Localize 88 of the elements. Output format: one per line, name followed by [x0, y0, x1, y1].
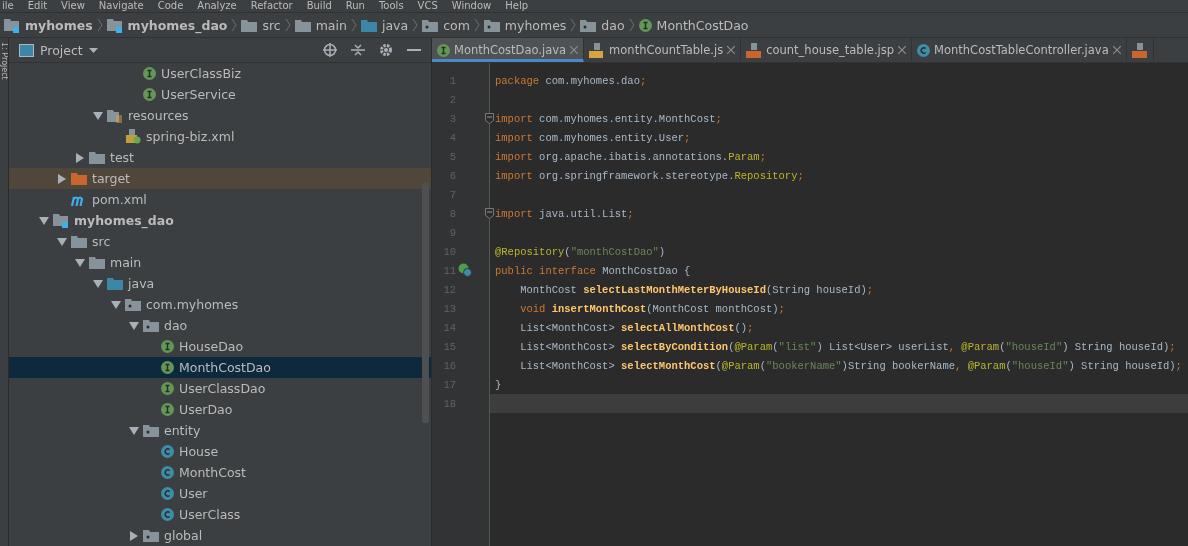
tree-item-label: UserClassBiz [161, 66, 241, 81]
editor-tab[interactable]: count_house_table.jsp [741, 38, 913, 62]
tree-item[interactable]: entity [9, 420, 431, 441]
tree-item[interactable]: UserClass [9, 504, 431, 525]
code-line: List<MonthCost> selectMonthCost(@Param("bookerName")String bookerName, @Param("houseId") String houseId); [519, 358, 1183, 374]
code-line: import java.util.List; [494, 206, 635, 222]
breadcrumb-item[interactable]: myhomes [483, 17, 567, 33]
code-line: public interface MonthCostDao { [494, 263, 692, 279]
tree-item[interactable]: main [9, 252, 431, 273]
tree-item[interactable]: test [9, 147, 431, 168]
breadcrumb-item[interactable]: myhomes_dao [106, 17, 228, 33]
tree-item[interactable]: UserService [9, 84, 431, 105]
tree-item[interactable]: java [9, 273, 431, 294]
menu-item[interactable]: Run [345, 0, 365, 12]
code-line: import org.springframework.stereotype.Repository; [494, 168, 805, 184]
menu-item[interactable]: Code [157, 0, 184, 12]
menu-item[interactable]: VCS [417, 0, 438, 12]
menu-item[interactable]: ile [2, 0, 14, 12]
tree-item-label: MonthCost [179, 465, 246, 480]
tree-item[interactable]: dao [9, 315, 431, 336]
tree-item[interactable]: HouseDao [9, 336, 431, 357]
tree-item-label: HouseDao [179, 339, 244, 354]
tree-item[interactable]: MonthCostDao [9, 357, 431, 378]
breadcrumb-item[interactable]: com [422, 17, 470, 33]
breadcrumb-item[interactable]: java [360, 17, 409, 33]
code-line: import org.apache.ibatis.annotations.Param; [494, 149, 767, 165]
code-line: import com.myhomes.entity.User; [494, 130, 692, 146]
editor-tab[interactable]: MonthCostTableController.java [912, 38, 1127, 62]
breadcrumb-item[interactable]: myhomes [4, 17, 93, 33]
menu-item[interactable]: Analyze [197, 0, 237, 12]
tree-item-label: target [92, 171, 130, 186]
code-line: } [494, 377, 503, 393]
tree-item-label: myhomes_dao [74, 213, 174, 228]
menu-item[interactable]: Refactor [250, 0, 293, 12]
code-line: MonthCost selectLastMonthMeterByHouseId(String houseId); [519, 282, 875, 298]
menu-item[interactable]: Navigate [98, 0, 144, 12]
tree-item[interactable]: target [9, 168, 431, 189]
tree-item-label: MonthCostDao [179, 360, 271, 375]
tree-item-label: com.myhomes [146, 297, 239, 312]
code-line: package com.myhomes.dao; [494, 73, 648, 89]
tree-item-label: House [179, 444, 219, 459]
breadcrumb-item[interactable]: main [294, 17, 347, 33]
tree-item[interactable]: spring-biz.xml [9, 126, 431, 147]
tree-item-label: main [110, 255, 142, 270]
tree-item-label: resources [128, 108, 189, 123]
tree-item-label: spring-biz.xml [146, 129, 235, 144]
breadcrumb-item[interactable]: dao [580, 17, 625, 33]
tree-item[interactable]: UserDao [9, 399, 431, 420]
tree-item[interactable]: House [9, 441, 431, 462]
menu-item[interactable]: Build [306, 0, 332, 12]
editor-tab[interactable]: MonthCostDao.java [432, 38, 585, 62]
tree-item[interactable]: resources [9, 105, 431, 126]
tree-item-label: entity [164, 423, 201, 438]
tree-item-label: UserService [161, 87, 236, 102]
tree-item-label: UserClass [179, 507, 241, 522]
tree-item[interactable]: MonthCost [9, 462, 431, 483]
tree-item-label: pom.xml [92, 192, 147, 207]
editor-tab[interactable]: monthCountTable.js [584, 38, 742, 62]
tree-item-label: UserDao [179, 402, 233, 417]
tree-item[interactable]: global [9, 525, 431, 546]
tree-item-label: test [110, 150, 134, 165]
tree-item[interactable]: com.myhomes [9, 294, 431, 315]
tree-item[interactable]: pom.xml [9, 189, 431, 210]
menu-item[interactable]: View [61, 0, 85, 12]
menu-item[interactable]: Window [451, 0, 492, 12]
menu-item[interactable]: Help [505, 0, 528, 12]
tree-item-label: UserClassDao [179, 381, 266, 396]
tree-item[interactable]: User [9, 483, 431, 504]
tree-item-label: java [128, 276, 155, 291]
tool-window-label[interactable]: 1: Project [0, 42, 8, 546]
menu-item[interactable]: Edit [27, 0, 48, 12]
tree-item[interactable]: src [9, 231, 431, 252]
tree-item-label: src [92, 234, 111, 249]
breadcrumb-item[interactable]: MonthCostDao [638, 17, 749, 33]
code-line: @Repository("monthCostDao") [494, 244, 667, 260]
code-line: import com.myhomes.entity.MonthCost; [494, 111, 723, 127]
menu-item[interactable]: Tools [378, 0, 404, 12]
breadcrumb-item[interactable]: src [241, 17, 281, 33]
tree-item-label: global [164, 528, 203, 543]
tree-item[interactable]: UserClassBiz [9, 63, 431, 84]
tree-item-label: dao [164, 318, 188, 333]
code-line: void insertMonthCost(MonthCost monthCost); [519, 301, 786, 317]
code-line: List<MonthCost> selectAllMonthCost(); [519, 320, 755, 336]
tree-item-label: User [179, 486, 208, 501]
project-view-selector[interactable]: Project [19, 42, 98, 58]
tree-item[interactable]: UserClassDao [9, 378, 431, 399]
code-line: List<MonthCost> selectByCondition(@Param("list") List<User> userList, @Param("houseId") String houseId); [519, 339, 1177, 355]
tree-item[interactable]: myhomes_dao [9, 210, 431, 231]
